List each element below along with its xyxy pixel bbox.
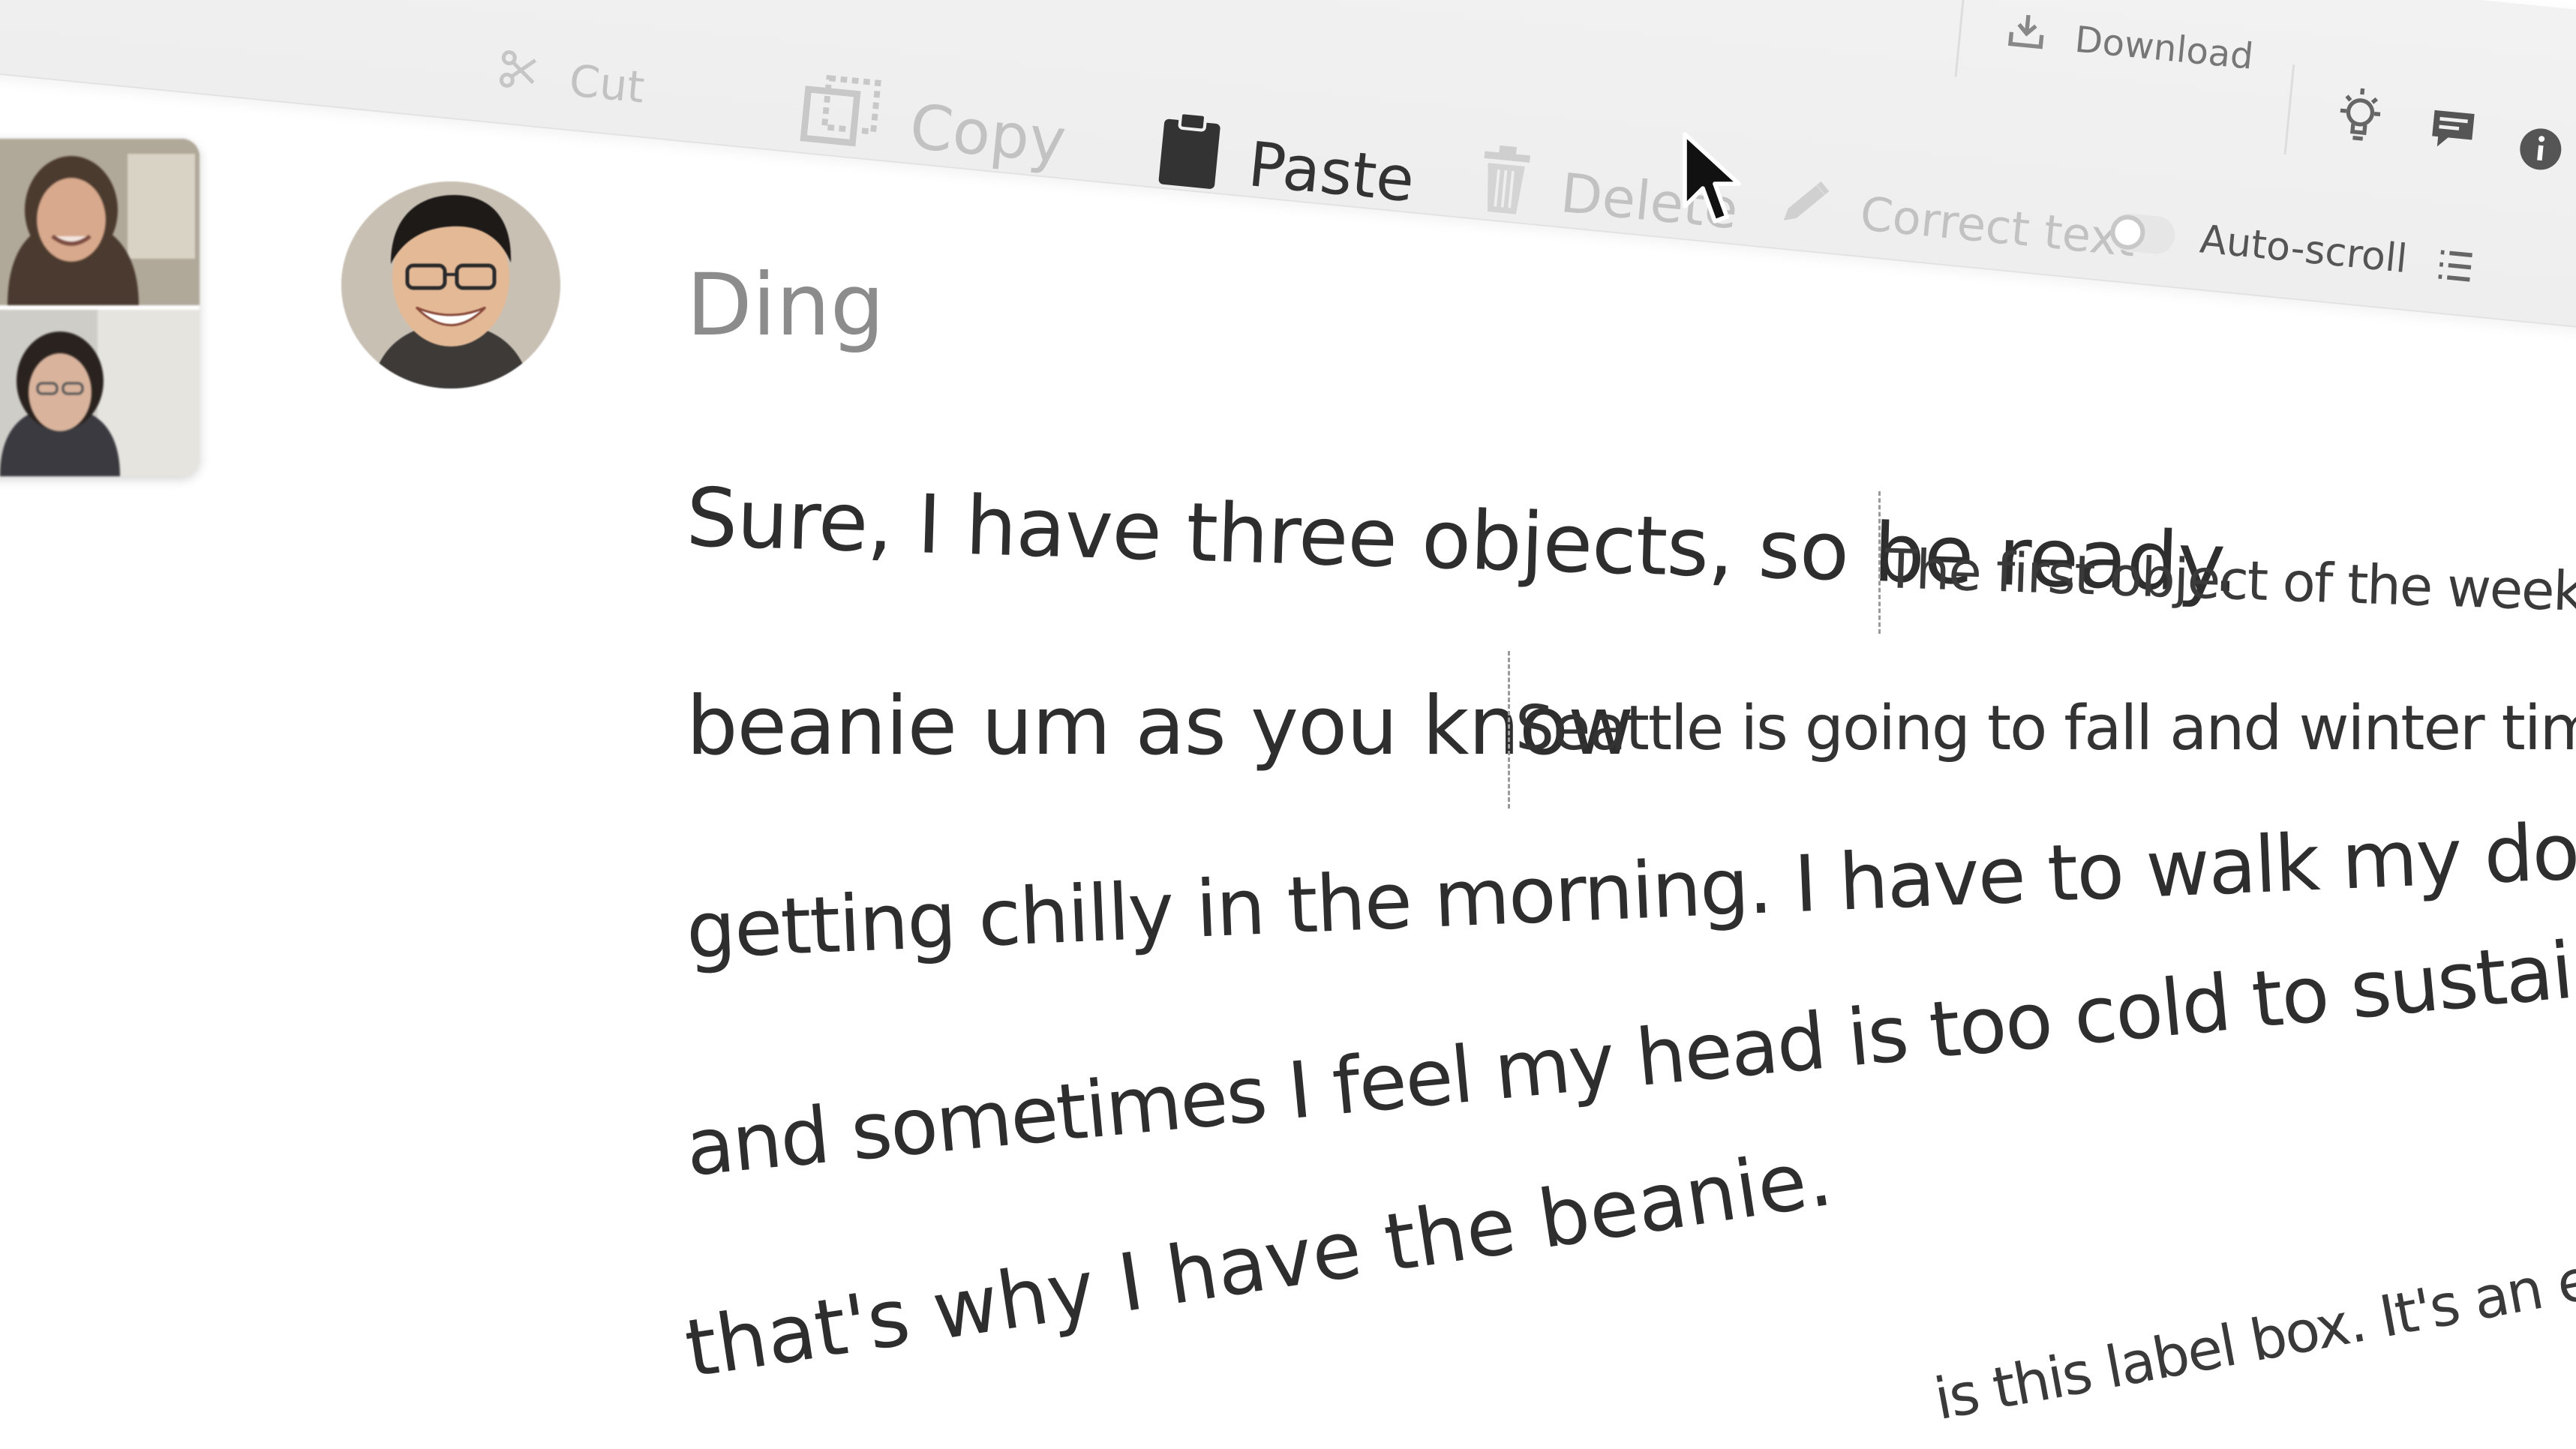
clipboard-icon bbox=[1153, 109, 1253, 210]
list-button[interactable] bbox=[2431, 243, 2506, 302]
copy-icon bbox=[797, 73, 914, 170]
correct-text-label: Correct text bbox=[1857, 185, 2139, 268]
info-icon[interactable] bbox=[2516, 124, 2565, 177]
cut-button[interactable]: Cut bbox=[494, 46, 647, 116]
participant-thumbnails[interactable] bbox=[0, 139, 200, 476]
paste-label: Paste bbox=[1245, 128, 1418, 216]
correct-text-button[interactable]: Correct text bbox=[1775, 172, 2139, 272]
transcript-segment[interactable]: beanie um as you know bbox=[686, 680, 1634, 773]
speaker-name: Ding bbox=[686, 255, 885, 355]
transcript-segment[interactable]: The first object of the week is my bbox=[1884, 537, 2576, 628]
scissors-icon bbox=[494, 46, 572, 108]
chat-icon[interactable] bbox=[2425, 104, 2479, 159]
mouse-cursor-icon bbox=[1682, 130, 1742, 231]
download-label: Download bbox=[2073, 18, 2256, 78]
transcript-segment[interactable]: is this label box. It's an empty box rig… bbox=[1929, 1173, 2576, 1433]
list-icon bbox=[2431, 243, 2506, 302]
copy-button[interactable]: Copy bbox=[797, 73, 1070, 185]
download-button[interactable]: Download bbox=[2004, 8, 2255, 82]
app-window: Cut Copy Paste Delete Correct text Auto-… bbox=[0, 0, 2576, 1449]
cut-label: Cut bbox=[566, 55, 647, 113]
autoscroll-label: Auto-scroll bbox=[2198, 217, 2409, 283]
participant-video[interactable] bbox=[0, 310, 200, 476]
autoscroll-switch[interactable] bbox=[2109, 212, 2177, 256]
lightbulb-icon[interactable] bbox=[2333, 84, 2387, 152]
transcript-segment[interactable]: Seattle is going to fall and winter time… bbox=[1515, 693, 2576, 764]
transcript-segment[interactable]: getting chilly in the morning. I have to… bbox=[684, 771, 2576, 976]
participant-video[interactable] bbox=[0, 139, 200, 305]
segment-divider bbox=[1878, 491, 1881, 634]
segment-divider bbox=[1508, 651, 1510, 808]
pencil-icon bbox=[1775, 172, 1863, 245]
copy-label: Copy bbox=[906, 91, 1070, 178]
trash-icon bbox=[1472, 142, 1565, 235]
autoscroll-toggle[interactable]: Auto-scroll bbox=[2109, 208, 2409, 282]
paste-button[interactable]: Paste bbox=[1153, 109, 1419, 226]
avatar bbox=[341, 182, 560, 388]
download-icon bbox=[2004, 8, 2077, 64]
